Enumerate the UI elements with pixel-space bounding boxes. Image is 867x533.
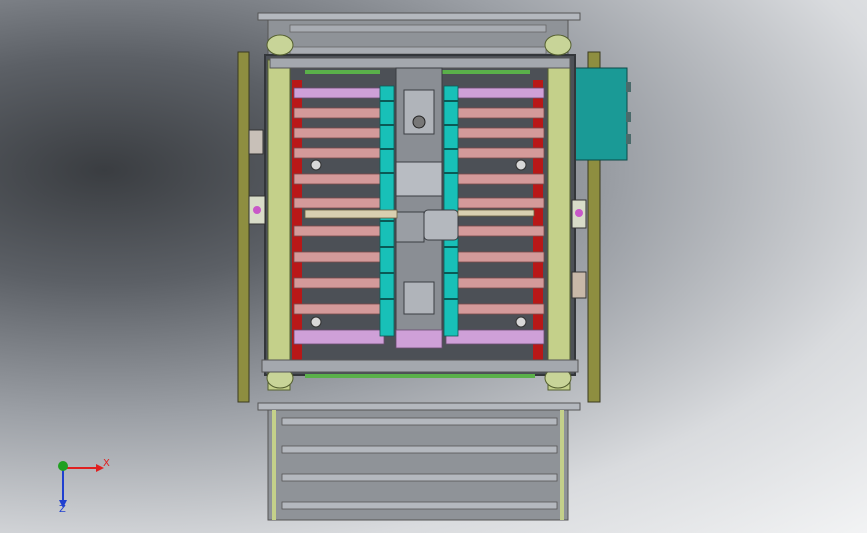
frame-cross-top [269, 57, 571, 69]
motor-box-tab [626, 134, 631, 144]
extension-side [272, 410, 276, 520]
drive-motor-body [395, 211, 425, 243]
bottom-end-bar [257, 402, 581, 411]
motor-box-tab [626, 112, 631, 122]
top-end-bar [257, 12, 581, 21]
left-drive-shaft [304, 209, 398, 219]
roller [289, 24, 547, 33]
sprocket [310, 159, 322, 171]
frame-cross-bottom [261, 359, 579, 373]
left-side-guide [267, 59, 291, 391]
coordinate-triad [58, 461, 104, 508]
sprocket [515, 316, 527, 328]
chain-guide [305, 374, 535, 378]
left-red-strip [292, 80, 302, 365]
gear-housing-middle [395, 161, 443, 197]
sprocket [310, 316, 322, 328]
conveyor-assembly-model[interactable] [0, 0, 867, 533]
roller [289, 46, 547, 55]
triad-x-label: X [103, 458, 110, 469]
chain-guide [442, 70, 530, 74]
drive-motor-cylinder [423, 209, 459, 241]
bearing-marker [253, 206, 261, 214]
gear-housing-bottom [403, 281, 435, 315]
center-roller-bottom [395, 329, 443, 349]
left-guide-rail [237, 51, 250, 403]
corner-bracket [266, 34, 294, 56]
right-drive-shaft [457, 209, 535, 217]
sprocket [515, 159, 527, 171]
bearing-marker [575, 209, 583, 217]
motor-box [570, 67, 628, 161]
chain-guide [305, 70, 380, 74]
right-side-guide [547, 59, 571, 391]
gear-shaft [412, 115, 426, 129]
bearing-right-lower [571, 271, 587, 299]
triad-z-label: Z [59, 504, 66, 515]
extension-side [560, 410, 564, 520]
bearing-left-upper [248, 129, 264, 155]
motor-box-tab [626, 82, 631, 92]
cad-viewport[interactable]: X Z [0, 0, 867, 533]
right-red-strip [533, 80, 543, 365]
corner-bracket [544, 34, 572, 56]
